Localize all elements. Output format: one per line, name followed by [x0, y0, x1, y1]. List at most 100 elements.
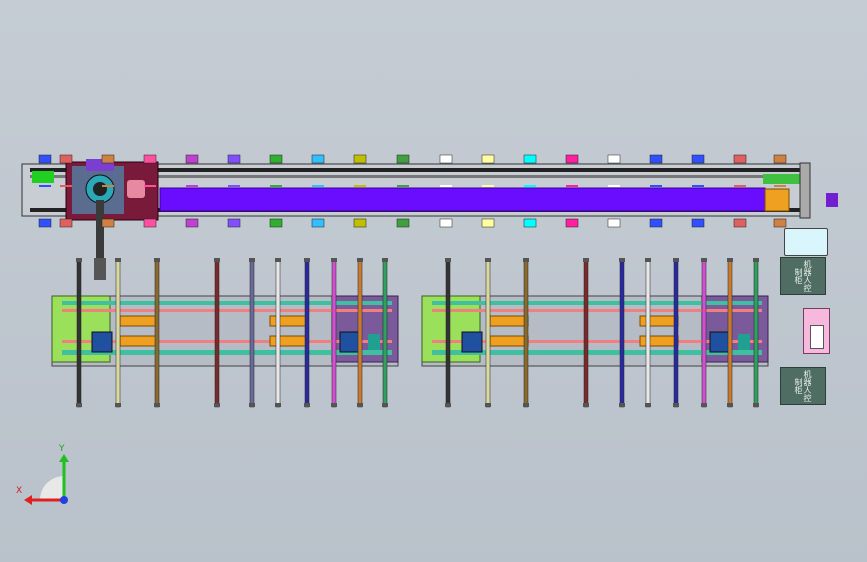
rail-tab-bottom	[311, 218, 325, 228]
fixture-teal	[738, 334, 750, 350]
post	[701, 258, 707, 408]
rail-tab-top-stripe	[60, 185, 72, 187]
post-cap-top	[357, 258, 363, 262]
post-cap-bottom	[115, 403, 121, 407]
robot-arm	[96, 200, 104, 260]
rail-tab-top-stripe	[734, 185, 746, 187]
rail-tab-bottom	[101, 218, 115, 228]
robot-joint	[93, 182, 107, 196]
workstations	[51, 295, 769, 367]
side-unit	[826, 193, 838, 207]
rail-tab-bottom	[691, 218, 705, 228]
rail-tab-bottom	[38, 218, 52, 228]
rail-tab-top-stripe	[39, 185, 51, 187]
rail-tab-bottom	[649, 218, 663, 228]
post-cap-bottom	[583, 403, 589, 407]
rail-tab-top	[353, 154, 367, 164]
clamp-orange	[119, 335, 159, 347]
rail-tab-bottom	[523, 218, 537, 228]
clamp-orange	[269, 315, 309, 327]
robot-control-cabinet-bottom[interactable]: 机器人控制柜	[780, 367, 826, 405]
post-cap-top	[76, 258, 82, 262]
rail-tab-top	[59, 154, 73, 164]
pendant-screen	[810, 325, 824, 349]
post-cap-top	[304, 258, 310, 262]
rail-tab-top	[733, 154, 747, 164]
far-end-plate	[799, 162, 811, 219]
post	[645, 258, 651, 408]
rail-tab-top-stripe	[397, 185, 409, 187]
rail-tab-bottom	[143, 218, 157, 228]
rail-tab-top-stripe	[524, 185, 536, 187]
z-axis-dot	[60, 496, 68, 504]
post	[76, 258, 82, 408]
end-block-orange	[764, 188, 790, 212]
rail-tab-top	[649, 154, 663, 164]
triad-ground	[40, 476, 64, 500]
post-cap-bottom	[445, 403, 451, 407]
x-axis-label: X	[16, 486, 23, 496]
post-cap-bottom	[619, 403, 625, 407]
rail-tab-top-stripe	[566, 185, 578, 187]
post-cap-top	[214, 258, 220, 262]
post	[727, 258, 733, 408]
rail-tab-top-stripe	[608, 185, 620, 187]
rail-tab-top-stripe	[650, 185, 662, 187]
post-cap-top	[275, 258, 281, 262]
rail-tab-top	[773, 154, 787, 164]
rail-tab-top-stripe	[228, 185, 240, 187]
x-axis-arrow	[24, 495, 32, 505]
rail-tab-bottom	[481, 218, 495, 228]
station-rail-top	[62, 301, 392, 305]
teach-pendant[interactable]	[803, 308, 830, 354]
clamp-orange	[489, 335, 529, 347]
rail-tab-top-stripe	[774, 185, 786, 187]
cad-drawing	[21, 154, 838, 505]
rail-tab-top	[311, 154, 325, 164]
gantry-beam	[159, 187, 766, 212]
clamp-orange	[119, 315, 159, 327]
rail-tab-top	[523, 154, 537, 164]
fixture-teal	[368, 334, 380, 350]
post-cap-bottom	[753, 403, 759, 407]
rail-tab-top	[38, 154, 52, 164]
rail-tab-top-stripe	[144, 185, 156, 187]
rail-tab-bottom	[396, 218, 410, 228]
post	[382, 258, 388, 408]
post	[753, 258, 759, 408]
rail-tab-top-stripe	[482, 185, 494, 187]
post-cap-bottom	[357, 403, 363, 407]
rail-tab-top	[227, 154, 241, 164]
post-cap-top	[331, 258, 337, 262]
post	[304, 258, 310, 408]
rail-tab-bottom	[269, 218, 283, 228]
rail-tab-bottom	[607, 218, 621, 228]
rail-tab-top	[185, 154, 199, 164]
clamp-orange	[489, 315, 529, 327]
rail-tab-top-stripe	[102, 185, 114, 187]
clamp-orange	[269, 335, 309, 347]
rail-tab-top	[396, 154, 410, 164]
post-cap-top	[619, 258, 625, 262]
rail-tab-bottom	[439, 218, 453, 228]
rail-tab-top-stripe	[440, 185, 452, 187]
post	[619, 258, 625, 408]
post-cap-bottom	[331, 403, 337, 407]
robot-control-cabinet-top[interactable]: 机器人控制柜	[780, 257, 826, 295]
station-rail-pink	[62, 309, 392, 312]
post-cap-top	[115, 258, 121, 262]
cad-viewport[interactable]: 机器人控制柜 机器人控制柜 X Y	[0, 0, 867, 562]
post-cap-bottom	[645, 403, 651, 407]
rail-tab-bottom	[773, 218, 787, 228]
post	[523, 258, 529, 408]
rail-tab-top	[439, 154, 453, 164]
control-panel-box[interactable]	[784, 228, 828, 256]
station-rail-pink	[432, 309, 762, 312]
post	[357, 258, 363, 408]
rail-tab-top	[607, 154, 621, 164]
rail-tab-bottom	[565, 218, 579, 228]
post-cap-top	[645, 258, 651, 262]
rail-tab-top	[269, 154, 283, 164]
post	[331, 258, 337, 408]
axis-triad	[24, 454, 69, 505]
